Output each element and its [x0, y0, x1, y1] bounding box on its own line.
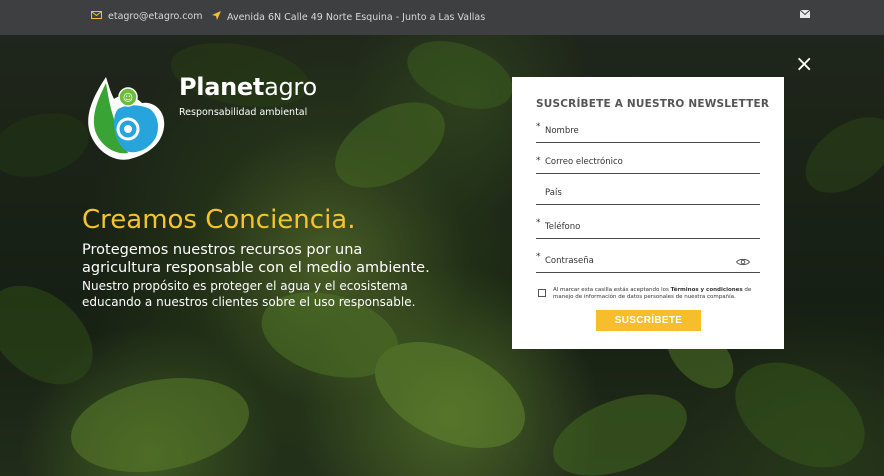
- planetagro-logo: ☺: [88, 77, 165, 160]
- correo-placeholder: Correo electrónico: [545, 157, 623, 167]
- brand-name-rest: agro: [264, 73, 317, 101]
- close-icon[interactable]: ×: [795, 52, 813, 77]
- envelope-icon[interactable]: [799, 9, 811, 21]
- top-bar: etagro@etagro.com Avenida 6N Calle 49 No…: [0, 0, 884, 35]
- correo-field[interactable]: * Correo electrónico: [536, 153, 760, 174]
- eye-icon[interactable]: [736, 258, 750, 266]
- consent-checkbox[interactable]: [538, 289, 546, 297]
- consent-text-pre: Al marcar esta casilla estás aceptando l…: [553, 287, 671, 293]
- brand-name: Planetagro: [179, 73, 317, 101]
- subscribe-button[interactable]: SUSCRÍBETE: [596, 310, 701, 331]
- location-arrow-icon: [212, 11, 221, 23]
- required-mark: *: [536, 122, 541, 132]
- contrasena-placeholder: Contraseña: [545, 256, 594, 266]
- required-mark: *: [536, 252, 541, 262]
- pais-field[interactable]: País: [536, 184, 760, 205]
- nombre-field[interactable]: * Nombre: [536, 122, 760, 143]
- terms-link[interactable]: Términos y condiciones: [671, 287, 743, 293]
- telefono-field[interactable]: * Teléfono: [536, 218, 760, 239]
- hero-headline: Creamos Conciencia.: [82, 205, 356, 235]
- hero-subtitle: Protegemos nuestros recursos por una agr…: [82, 242, 430, 276]
- contact-email-text: etagro@etagro.com: [108, 11, 203, 22]
- newsletter-title: SUSCRÍBETE A NUESTRO NEWSLETTER: [536, 98, 770, 110]
- brand-tagline: Responsabilidad ambiental: [179, 107, 308, 118]
- hero-description: Nuestro propósito es proteger el agua y …: [82, 279, 416, 309]
- contrasena-field[interactable]: * Contraseña: [536, 252, 760, 273]
- required-mark: *: [536, 156, 541, 166]
- contact-address-text: Avenida 6N Calle 49 Norte Esquina - Junt…: [227, 11, 486, 23]
- envelope-icon: [91, 11, 102, 22]
- brand-name-bold: Planet: [179, 73, 265, 101]
- pais-placeholder: País: [545, 188, 562, 198]
- newsletter-panel: SUSCRÍBETE A NUESTRO NEWSLETTER * Nombre…: [512, 77, 784, 349]
- telefono-placeholder: Teléfono: [545, 222, 581, 232]
- contact-address: Avenida 6N Calle 49 Norte Esquina - Junt…: [212, 11, 485, 23]
- required-mark: *: [536, 218, 541, 228]
- svg-text:☺: ☺: [123, 93, 133, 104]
- contact-email[interactable]: etagro@etagro.com: [91, 11, 203, 22]
- consent-text: Al marcar esta casilla estás aceptando l…: [553, 287, 773, 301]
- nombre-placeholder: Nombre: [545, 126, 579, 136]
